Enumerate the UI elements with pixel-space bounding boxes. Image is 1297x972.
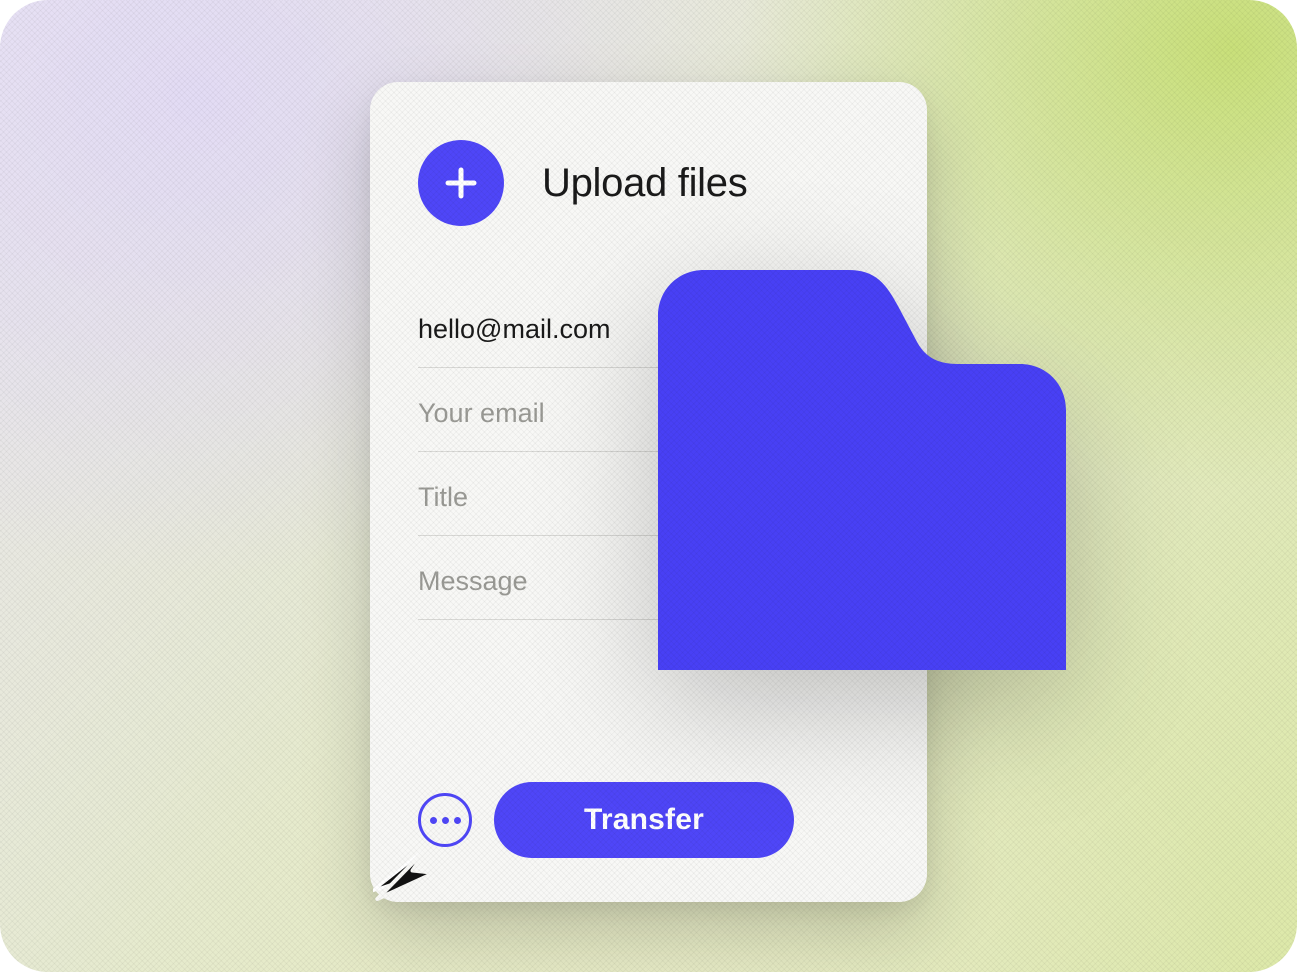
title-field[interactable] <box>418 452 879 536</box>
add-files-button[interactable] <box>418 140 504 226</box>
card-header: Upload files <box>418 140 879 226</box>
transfer-button[interactable]: Transfer <box>494 782 794 858</box>
email-to-field[interactable] <box>418 284 879 368</box>
card-title: Upload files <box>542 161 747 206</box>
upload-card: Upload files Transfer <box>370 82 927 902</box>
your-email-field[interactable] <box>418 368 879 452</box>
ellipsis-icon <box>430 817 461 824</box>
page-background: Upload files Transfer <box>0 0 1297 972</box>
more-options-button[interactable] <box>418 793 472 847</box>
plus-icon <box>441 163 481 203</box>
form-fields <box>418 284 879 620</box>
card-actions: Transfer <box>418 762 879 858</box>
message-field[interactable] <box>418 536 879 620</box>
